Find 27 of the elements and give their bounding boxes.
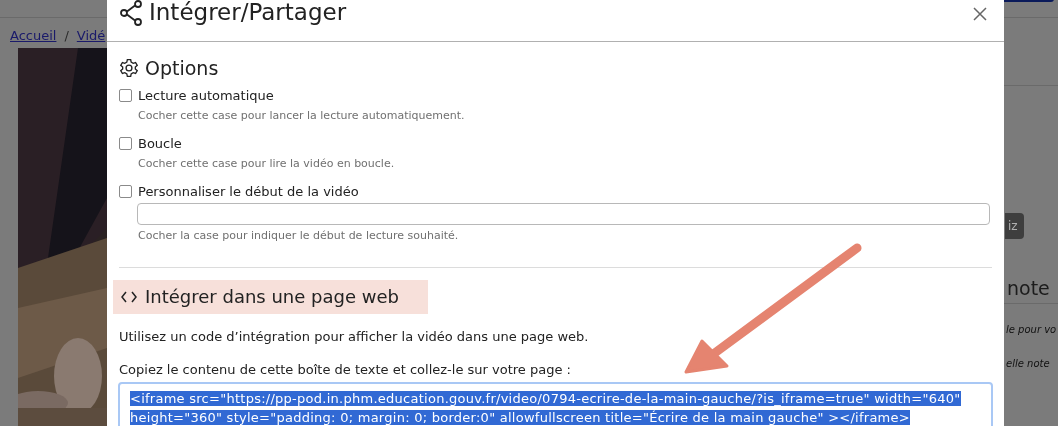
close-button[interactable]: [972, 5, 988, 22]
help-text: Cocher cette case pour lancer la lecture automatiquement.: [138, 108, 466, 124]
help-text: Cocher la case pour indiquer le début de lecture souhaité.: [138, 228, 460, 244]
checkbox-label[interactable]: Boucle: [138, 133, 182, 153]
embed-code-field[interactable]: <iframe src="https://pp-pod.in.phm.education.gouv.fr/video/0794-ecrire-de-la-main-gauche/?is_iframe=true" width="640" height="360" style="padding: 0; margin: 0; border:0" allowfullscreen title="Écrire de la main gauche" ></iframe>: [118, 381, 993, 426]
breadcrumb-link[interactable]: Accueil: [10, 26, 57, 46]
field-label: Copiez le contenu de cette boîte de texte et collez-le sur votre page :: [119, 361, 572, 379]
start-time-field[interactable]: [137, 203, 990, 225]
checkbox-label[interactable]: Lecture automatique: [138, 85, 274, 105]
section-heading: Intégrer dans une page web: [145, 285, 399, 309]
checkbox-label[interactable]: Personnaliser le début de la vidéo: [138, 181, 359, 201]
breadcrumb-link[interactable]: Vidé: [76, 26, 106, 46]
checkbox[interactable]: [119, 184, 132, 198]
breadcrumb-separator: /: [64, 27, 69, 45]
help-text: Cocher cette case pour lire la vidéo en boucle.: [138, 156, 396, 172]
note-text: le pour vo: [1006, 323, 1057, 337]
code-icon: [121, 290, 137, 303]
checkbox[interactable]: [119, 88, 132, 102]
section-heading: note: [1007, 276, 1050, 301]
section-heading: Options: [145, 56, 219, 81]
description-text: Utilisez un code d’intégration pour afficher la vidéo dans une page web.: [119, 327, 590, 346]
modal-title: Intégrer/Partager: [149, 0, 348, 28]
settings-icon: [119, 58, 139, 79]
share-icon: [119, 0, 143, 26]
checkbox[interactable]: [119, 136, 132, 150]
quiz-button[interactable]: iz: [1005, 213, 1024, 239]
note-text: elle note: [1006, 357, 1050, 371]
